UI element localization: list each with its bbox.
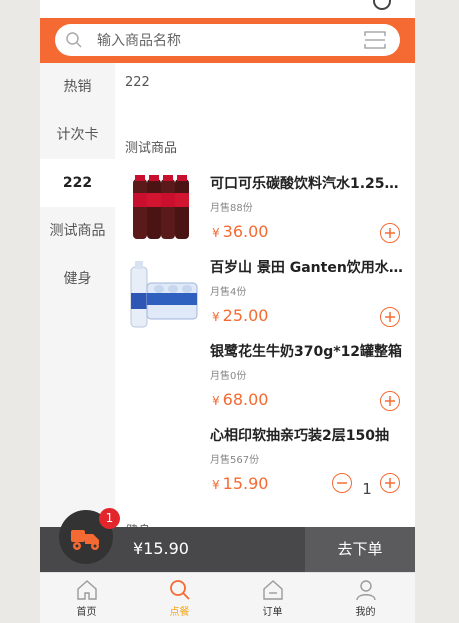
user-icon — [355, 580, 376, 601]
currency-symbol: ¥ — [212, 310, 220, 324]
minus-icon — [337, 482, 347, 484]
product-image — [133, 175, 189, 239]
home-icon — [76, 580, 97, 600]
section-title: 测试商品 — [125, 141, 178, 156]
category-sidebar: 热销 计次卡 222 测试商品 健身 — [40, 63, 115, 573]
add-button[interactable] — [380, 307, 400, 327]
plus-icon — [385, 312, 395, 322]
tab-label: 订单 — [262, 607, 283, 618]
tab-mine[interactable]: 我的 — [319, 573, 412, 623]
cart-total: ¥15.90 — [133, 539, 189, 558]
add-button[interactable] — [380, 223, 400, 243]
tab-home[interactable]: 首页 — [40, 573, 133, 623]
delivery-scooter-icon — [71, 530, 99, 550]
currency-symbol: ¥ — [212, 478, 220, 492]
section-title: 222 — [125, 75, 150, 90]
quantity-value: 1 — [362, 480, 372, 498]
product-name: 心相印软抽亲巧装2层150抽 — [210, 428, 389, 444]
tab-order-food[interactable]: 点餐 — [133, 573, 226, 623]
price-value: 15.90 — [222, 474, 269, 493]
tab-label: 点餐 — [169, 607, 190, 618]
partial-icon — [373, 0, 391, 10]
product-sales: 月售567份 — [210, 455, 260, 466]
product-sales: 月售88份 — [210, 203, 253, 214]
plus-icon — [385, 396, 395, 406]
search-input[interactable] — [95, 24, 349, 58]
category-item-card[interactable]: 计次卡 — [40, 111, 115, 159]
tab-label: 首页 — [76, 607, 97, 618]
category-item-222[interactable]: 222 — [40, 159, 115, 207]
product-price: ¥36.00 — [212, 222, 268, 241]
product-item[interactable]: 心相印软抽亲巧装2层150抽 月售567份 ¥15.90 1 — [115, 419, 415, 503]
tab-orders[interactable]: 订单 — [226, 573, 319, 623]
product-name: 银鹭花生牛奶370g*12罐整箱 — [210, 344, 403, 360]
price-value: 68.00 — [222, 390, 269, 409]
add-button[interactable] — [380, 391, 400, 411]
product-item[interactable]: 银鹭花生牛奶370g*12罐整箱 月售0份 ¥68.00 — [115, 335, 415, 419]
plus-icon — [385, 228, 395, 238]
search-box[interactable] — [55, 24, 400, 58]
checkout-button[interactable]: 去下单 — [305, 527, 415, 572]
product-item[interactable]: 可口可乐碳酸饮料汽水1.25L*12瓶 月售88份 ¥36.00 — [115, 167, 415, 251]
product-name: 百岁山 景田 Ganten饮用水570ml*24 — [210, 260, 405, 276]
search-bar — [40, 18, 415, 63]
order-icon — [262, 580, 283, 600]
category-item-fitness[interactable]: 健身 — [40, 255, 115, 303]
product-sales: 月售0份 — [210, 371, 247, 382]
minus-button[interactable] — [332, 473, 352, 493]
category-item-hot[interactable]: 热销 — [40, 63, 115, 111]
search-icon — [169, 580, 190, 600]
scan-icon[interactable] — [364, 30, 386, 50]
tab-label: 我的 — [355, 607, 376, 618]
cart-count-badge: 1 — [99, 508, 120, 529]
product-item[interactable]: 百岁山 景田 Ganten饮用水570ml*24 月售4份 ¥25.00 — [115, 251, 415, 335]
product-image — [130, 261, 198, 328]
plus-icon — [385, 478, 395, 488]
category-item-test[interactable]: 测试商品 — [40, 207, 115, 255]
price-value: 25.00 — [222, 306, 269, 325]
currency-symbol: ¥ — [212, 394, 220, 408]
currency-symbol: ¥ — [212, 226, 220, 240]
product-price: ¥15.90 — [212, 474, 268, 493]
add-button[interactable] — [380, 473, 400, 493]
product-list: 222 测试商品 可口可乐碳酸饮料汽水1.25L* 月售88份 ¥ 36.00 … — [115, 63, 415, 527]
product-price: ¥68.00 — [212, 390, 268, 409]
product-price: ¥25.00 — [212, 306, 268, 325]
app-screen: 热销 计次卡 222 测试商品 健身 222 测试商品 — [40, 0, 415, 623]
product-name: 可口可乐碳酸饮料汽水1.25L*12瓶 — [210, 176, 405, 192]
price-value: 36.00 — [222, 222, 269, 241]
product-sales: 月售4份 — [210, 287, 247, 298]
bottom-tabbar: 首页 点餐 订单 我的 — [40, 572, 415, 623]
search-icon — [66, 32, 82, 48]
status-strip — [40, 0, 415, 18]
